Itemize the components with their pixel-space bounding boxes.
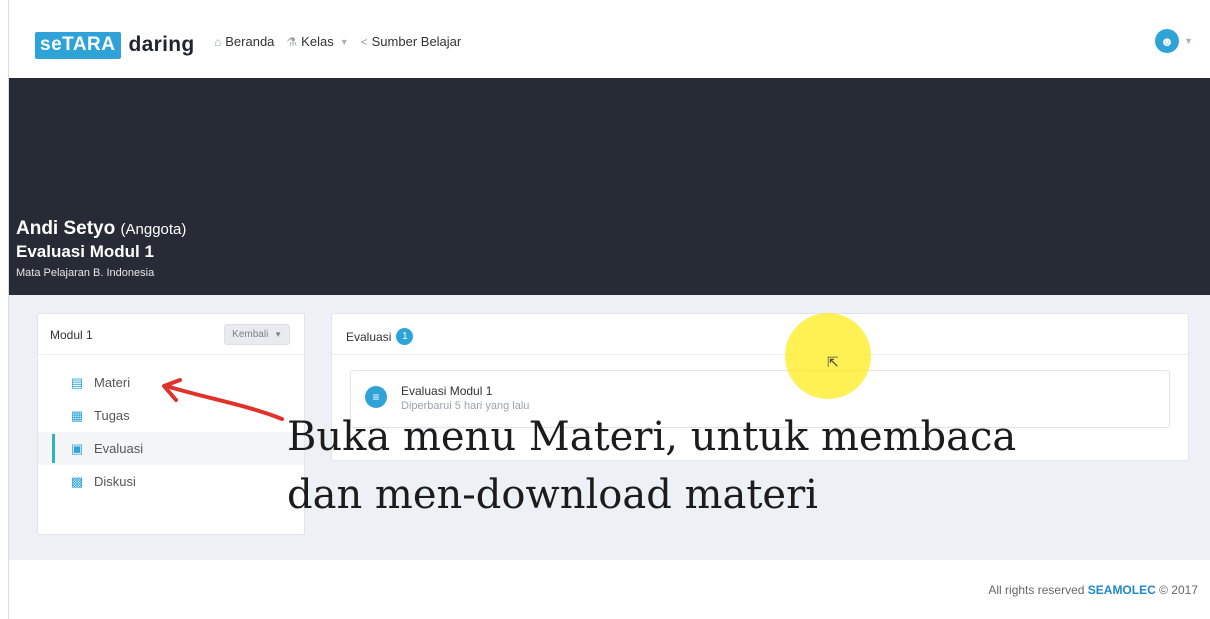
app-window: seTARA daring ⌂ Beranda ⚗ Kelas ▼ < Sumb…	[8, 0, 1210, 619]
nav-sumber-belajar-label: Sumber Belajar	[371, 34, 462, 49]
sidebar-item-label: Materi	[94, 375, 131, 390]
brand-suffix: daring	[128, 33, 195, 56]
brand-prefix: seTARA	[35, 31, 121, 59]
count-badge: 1	[396, 328, 414, 345]
copyright-year: © 2017	[1159, 583, 1198, 597]
book-icon: ▤	[70, 374, 84, 390]
tutorial-caption: Buka menu Materi, untuk membaca dan men-…	[287, 408, 1016, 524]
user-name-text: Andi Setyo	[16, 218, 116, 239]
file-icon: ▦	[70, 407, 84, 423]
sidebar-item-evaluasi[interactable]: ▣ Evaluasi	[38, 432, 304, 465]
chat-icon: ▩	[70, 473, 84, 489]
nav-kelas-label: Kelas	[301, 34, 334, 49]
caption-line-2: dan men-download materi	[287, 472, 818, 518]
sidebar-item-label: Evaluasi	[94, 441, 144, 456]
user-avatar-icon[interactable]: ☻	[1155, 29, 1179, 53]
nav-beranda-label: Beranda	[225, 34, 275, 49]
page-footer: All rights reserved SEAMOLEC © 2017	[9, 560, 1210, 619]
sidebar-item-label: Tugas	[94, 408, 130, 423]
caption-line-1: Buka menu Materi, untuk membaca	[287, 414, 1017, 460]
brand-logo[interactable]: seTARA daring	[35, 31, 194, 59]
users-icon: ⚗	[286, 34, 298, 49]
kembali-label: Kembali	[232, 329, 269, 340]
user-name: Andi Setyo (Anggota)	[16, 218, 186, 240]
panel-title: Evaluasi 1	[346, 328, 414, 345]
footer-brand-link[interactable]: SEAMOLEC	[1088, 583, 1156, 597]
top-navbar: seTARA daring ⌂ Beranda ⚗ Kelas ▼ < Sumb…	[9, 0, 1210, 78]
clipboard-icon: ▣	[70, 440, 84, 456]
page-title: Evaluasi Modul 1	[16, 242, 154, 261]
sidebar-item-label: Diskusi	[94, 474, 136, 489]
nav-sumber-belajar[interactable]: < Sumber Belajar	[361, 34, 462, 49]
panel-title-text: Evaluasi	[346, 329, 392, 344]
evaluation-title[interactable]: Evaluasi Modul 1	[401, 384, 492, 398]
nav-beranda[interactable]: ⌂ Beranda	[214, 34, 274, 49]
chevron-down-icon: ▼	[339, 36, 349, 47]
chevron-down-icon[interactable]: ▼	[1184, 36, 1193, 46]
course-hero: Andi Setyo (Anggota) Evaluasi Modul 1 Ma…	[9, 78, 1210, 295]
sidebar-title: Modul 1	[50, 328, 93, 342]
main-nav: ⌂ Beranda ⚗ Kelas ▼ < Sumber Belajar	[214, 34, 473, 49]
user-role: (Anggota)	[120, 221, 187, 238]
panel-header: Evaluasi 1	[332, 314, 1188, 355]
chevron-down-icon: ▼	[274, 330, 282, 339]
kembali-button[interactable]: Kembali ▼	[224, 324, 290, 345]
copyright-text: All rights reserved	[988, 583, 1085, 597]
mouse-cursor-icon: ⇱	[827, 354, 839, 370]
share-icon: <	[360, 34, 368, 49]
home-icon: ⌂	[214, 34, 222, 49]
footer-text: All rights reserved SEAMOLEC © 2017	[988, 583, 1198, 597]
subject-label: Mata Pelajaran B. Indonesia	[16, 267, 155, 279]
sidebar-header: Modul 1 Kembali ▼	[38, 314, 304, 355]
nav-kelas[interactable]: ⚗ Kelas ▼	[286, 34, 348, 49]
list-icon: ≡	[365, 386, 387, 408]
red-arrow-icon	[162, 378, 284, 421]
sidebar-item-diskusi[interactable]: ▩ Diskusi	[38, 465, 304, 498]
